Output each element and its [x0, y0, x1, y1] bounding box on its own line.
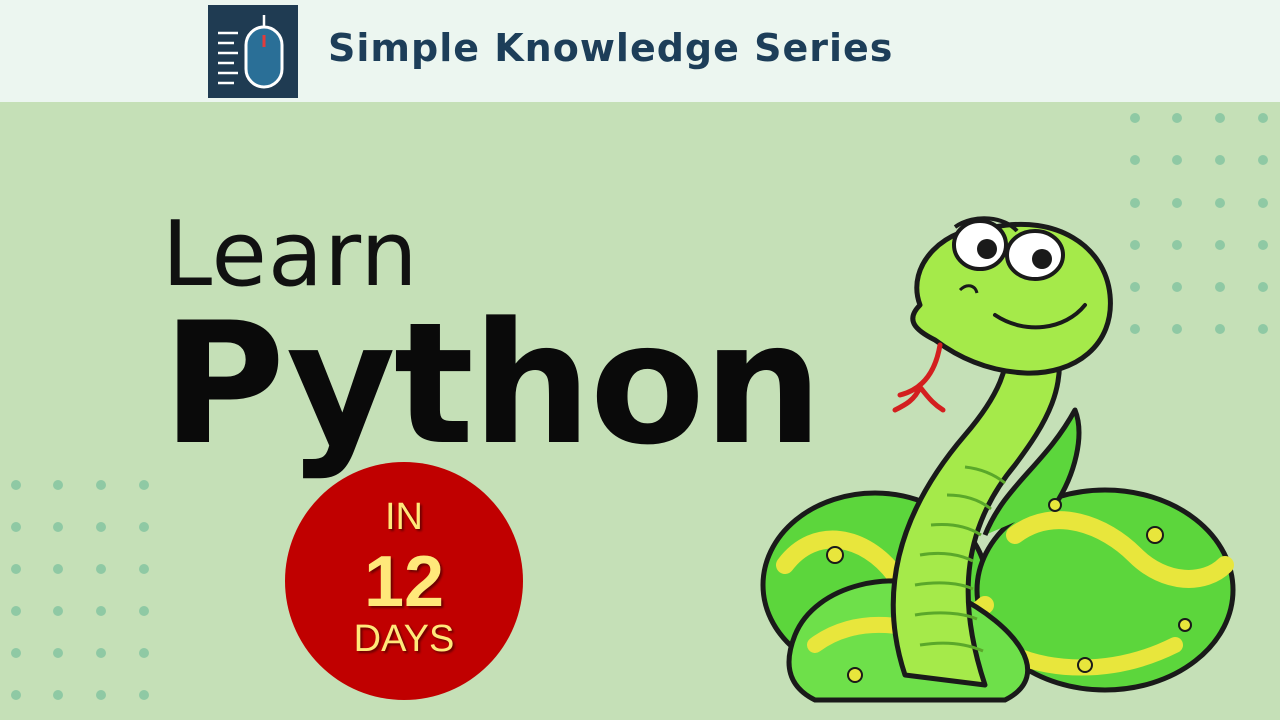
badge-prefix: IN [385, 496, 423, 538]
header-bar: Simple Knowledge Series [0, 0, 1280, 102]
headline-python: Python [162, 286, 823, 482]
badge-suffix: DAYS [353, 618, 455, 660]
badge-number: 12 [363, 542, 445, 622]
duration-badge: IN 12 DAYS [285, 462, 523, 700]
mouse-document-icon [218, 15, 284, 89]
series-title: Simple Knowledge Series [328, 26, 894, 70]
dot-pattern-bottom-left [11, 480, 149, 700]
cartoon-snake-icon [760, 216, 1236, 703]
logo [208, 5, 298, 98]
